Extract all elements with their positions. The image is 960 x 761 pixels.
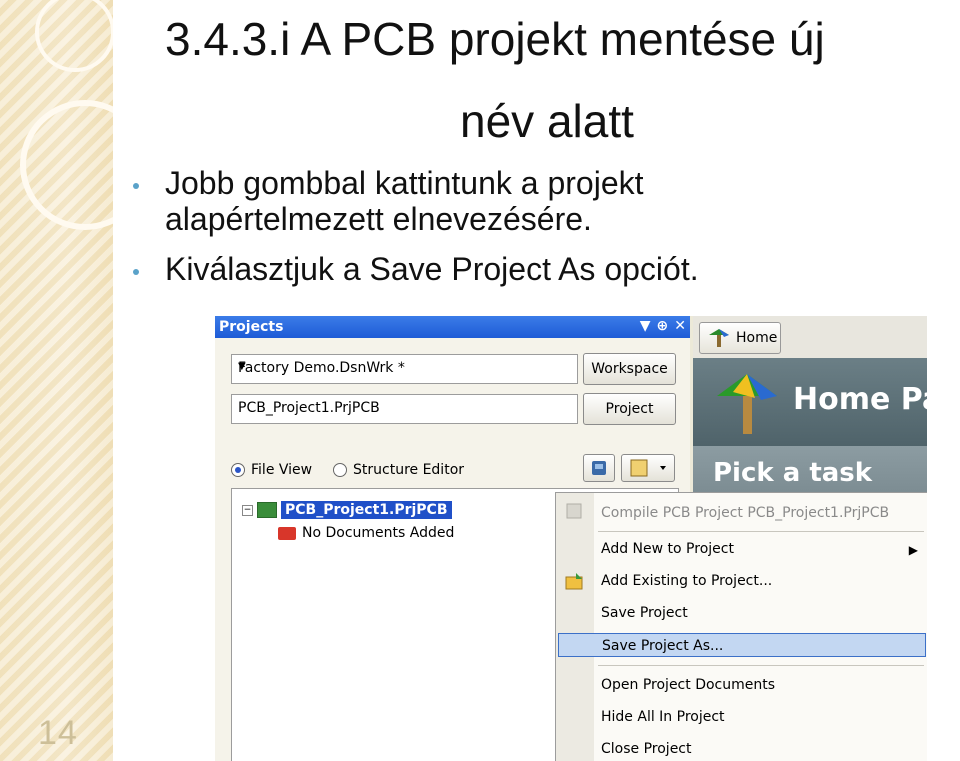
project-field[interactable]: PCB_Project1.PrjPCB xyxy=(231,394,578,424)
home-banner: Home Pag xyxy=(693,358,927,446)
menu-item-add-existing[interactable]: Add Existing to Project... xyxy=(601,569,772,593)
menu-separator xyxy=(598,665,924,666)
bullet-text: Jobb gombbal kattintunk a projekt xyxy=(165,165,644,201)
decorative-circles xyxy=(20,0,113,230)
menu-item-close-project[interactable]: Close Project xyxy=(601,737,692,761)
menu-item-hide-all[interactable]: Hide All In Project xyxy=(601,705,725,729)
radio-file-view[interactable]: File View xyxy=(231,462,312,478)
projects-panel-title: Projects xyxy=(219,319,284,335)
tree-child-label: No Documents Added xyxy=(302,525,455,541)
bullet-text-cont: alapértelmezett elnevezésére. xyxy=(165,201,592,237)
folder-icon xyxy=(278,526,296,540)
chevron-down-icon[interactable]: ▼ xyxy=(238,361,571,372)
project-button[interactable]: Project xyxy=(583,393,676,425)
bullet-dot xyxy=(133,269,139,275)
collapse-icon[interactable]: − xyxy=(242,504,253,516)
close-icon[interactable]: ✕ xyxy=(674,318,686,334)
workspace-select[interactable]: Factory Demo.DsnWrk * ▼ xyxy=(231,354,578,384)
compile-icon xyxy=(566,503,582,519)
tree-row-child[interactable]: No Documents Added xyxy=(278,525,454,541)
home-tab[interactable]: Home xyxy=(699,322,781,354)
home-tab-label: Home xyxy=(736,330,778,346)
project-options-dropdown[interactable] xyxy=(621,454,675,482)
pick-task-label: Pick a task xyxy=(713,458,873,488)
workspace-button[interactable]: Workspace xyxy=(583,353,676,385)
pcb-project-icon xyxy=(257,502,277,518)
radio-unselected-icon[interactable] xyxy=(333,463,347,477)
menu-item-save-project-as[interactable]: Save Project As... xyxy=(558,633,926,657)
page-number: 14 xyxy=(38,714,78,752)
project-field-value: PCB_Project1.PrjPCB xyxy=(238,400,380,416)
menu-separator xyxy=(598,531,924,532)
embedded-screenshot: Projects ▼ ⊕ ✕ Factory Demo.DsnWrk * ▼ W… xyxy=(215,316,927,761)
menu-icon-gutter xyxy=(556,493,594,761)
tree-project-label[interactable]: PCB_Project1.PrjPCB xyxy=(281,501,452,519)
pin-icon[interactable]: ⊕ xyxy=(657,318,669,334)
home-banner-text: Home Pag xyxy=(793,382,927,417)
menu-item-save-project[interactable]: Save Project xyxy=(601,601,688,625)
menu-item-compile[interactable]: Compile PCB Project PCB_Project1.PrjPCB xyxy=(601,501,889,525)
tree-row-project[interactable]: − PCB_Project1.PrjPCB xyxy=(242,501,452,519)
submenu-arrow-icon: ▶ xyxy=(908,543,918,557)
bullet-text: Kiválasztjuk a Save Project As opciót. xyxy=(165,251,699,287)
compile-icon-button[interactable] xyxy=(583,454,615,482)
dropdown-arrow-icon[interactable]: ▼ xyxy=(640,318,651,334)
add-existing-icon xyxy=(565,573,583,590)
radio-structure-editor[interactable]: Structure Editor xyxy=(333,462,464,478)
slide-title: 3.4.3.i A PCB projekt mentése új xyxy=(165,13,825,65)
menu-item-add-new[interactable]: Add New to Project xyxy=(601,537,734,561)
context-menu: Compile PCB Project PCB_Project1.PrjPCB … xyxy=(555,492,927,761)
decorative-side-band: 14 xyxy=(0,0,113,761)
bullet-dot xyxy=(133,183,139,189)
radio-structure-editor-label: Structure Editor xyxy=(353,462,465,478)
radio-file-view-label: File View xyxy=(251,462,313,478)
radio-selected-icon[interactable] xyxy=(231,463,245,477)
home-icon xyxy=(709,329,729,347)
menu-item-open-documents[interactable]: Open Project Documents xyxy=(601,673,775,697)
projects-panel-header: Projects ▼ ⊕ ✕ xyxy=(215,316,690,338)
slide-title-line2: név alatt xyxy=(460,95,634,147)
home-page-icon xyxy=(717,374,777,434)
